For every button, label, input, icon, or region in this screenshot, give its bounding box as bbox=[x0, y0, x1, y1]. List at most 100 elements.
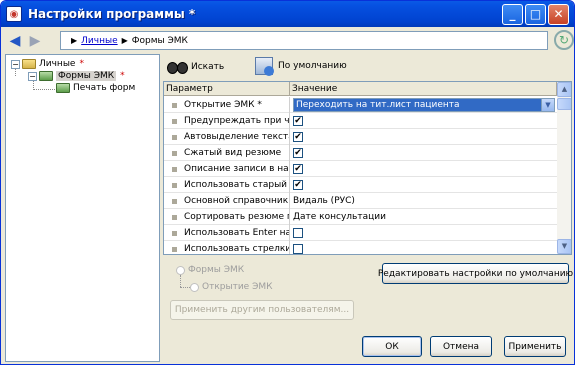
cancel-button[interactable]: Отмена bbox=[430, 336, 492, 357]
parameter-name: Использовать стрелки... bbox=[184, 243, 290, 254]
value-checkbox[interactable]: ✔ bbox=[293, 132, 303, 142]
chevron-down-icon[interactable]: ▼ bbox=[541, 99, 554, 111]
modified-marker: * bbox=[79, 59, 84, 69]
search-button-label: Искать bbox=[191, 62, 225, 72]
scroll-down-button[interactable]: ▼ bbox=[557, 239, 571, 254]
value-cell[interactable]: ✔ bbox=[290, 129, 557, 145]
table-row[interactable]: Использовать старый ... ✔ bbox=[164, 177, 557, 193]
tree-item-print-forms[interactable]: Печать форм bbox=[56, 83, 135, 93]
scroll-thumb[interactable] bbox=[557, 98, 571, 110]
parameter-name: Использовать старый ... bbox=[184, 179, 290, 190]
value-checkbox[interactable]: ✔ bbox=[293, 116, 303, 126]
title-bar[interactable]: ◉ Настройки программы * _ □ ✕ bbox=[1, 1, 574, 27]
row-marker-icon bbox=[172, 166, 177, 172]
parameter-cell[interactable]: Описание записи в на... bbox=[164, 161, 290, 177]
value-checkbox[interactable] bbox=[293, 244, 303, 254]
search-button[interactable]: Искать bbox=[166, 59, 224, 75]
collapse-icon[interactable]: − bbox=[11, 59, 20, 69]
row-marker-icon bbox=[172, 134, 177, 140]
parameter-cell[interactable]: Использовать стрелки... bbox=[164, 241, 290, 254]
parameter-cell[interactable]: Сортировать резюме по bbox=[164, 209, 290, 225]
parameter-cell[interactable]: Предупреждать при ча... bbox=[164, 113, 290, 129]
value-cell[interactable]: Видаль (РУС) bbox=[290, 193, 557, 209]
parameter-name: Основной справочник ... bbox=[184, 195, 290, 206]
value-cell[interactable]: ✔ bbox=[290, 113, 557, 129]
tree-item-emk-forms[interactable]: − Формы ЭМК * bbox=[28, 71, 125, 81]
table-row[interactable]: Открытие ЭМК * Переходить на тит.лист пац… bbox=[164, 97, 557, 113]
value-cell[interactable]: ✔ bbox=[290, 177, 557, 193]
row-marker-icon bbox=[172, 182, 177, 188]
back-button[interactable]: ◀ bbox=[5, 31, 25, 51]
tree-item-personal[interactable]: − Личные * bbox=[11, 59, 84, 69]
value-cell[interactable]: Дате консультации bbox=[290, 209, 557, 225]
value-cell[interactable] bbox=[290, 241, 557, 254]
folder-icon bbox=[56, 83, 70, 93]
table-row[interactable]: Сортировать резюме по Дате консультации bbox=[164, 209, 557, 225]
parameter-cell[interactable]: Использовать старый ... bbox=[164, 177, 290, 193]
forward-button[interactable]: ▶ bbox=[25, 31, 45, 51]
value-checkbox[interactable] bbox=[293, 228, 303, 238]
table-row[interactable]: Автовыделение текста ✔ bbox=[164, 129, 557, 145]
radio-icon bbox=[176, 265, 185, 275]
value-cell[interactable]: ✔ bbox=[290, 145, 557, 161]
maximize-button[interactable]: □ bbox=[525, 3, 546, 25]
settings-window: ◉ Настройки программы * _ □ ✕ ◀ ▶ ▶ Личн… bbox=[0, 0, 575, 365]
radio-connector bbox=[180, 287, 190, 288]
apply-button[interactable]: Применить bbox=[504, 336, 566, 357]
folder-icon bbox=[22, 59, 36, 69]
table-row[interactable]: Основной справочник ... Видаль (РУС) bbox=[164, 193, 557, 209]
value-combobox[interactable]: Переходить на тит.лист пациента ▼ bbox=[293, 98, 555, 112]
table-row[interactable]: Использовать стрелки... bbox=[164, 241, 557, 254]
scroll-up-button[interactable]: ▲ bbox=[557, 82, 571, 97]
value-checkbox[interactable]: ✔ bbox=[293, 148, 303, 158]
value-cell[interactable]: Переходить на тит.лист пациента ▼ bbox=[290, 97, 557, 113]
folder-icon bbox=[39, 71, 53, 81]
table-row[interactable]: Сжатый вид резюме ✔ bbox=[164, 145, 557, 161]
vertical-scrollbar[interactable]: ▲ ▼ bbox=[557, 82, 571, 254]
row-marker-icon bbox=[172, 230, 177, 236]
table-row[interactable]: Описание записи в на... ✔ bbox=[164, 161, 557, 177]
table-row[interactable]: Использовать Enter на... bbox=[164, 225, 557, 241]
chevron-down-icon: ▼ bbox=[561, 242, 568, 250]
radio-forms-emk[interactable]: Формы ЭМК bbox=[176, 265, 244, 275]
radio-opening-emk[interactable]: Открытие ЭМК bbox=[190, 282, 273, 292]
breadcrumb-current: Формы ЭМК bbox=[131, 35, 188, 46]
row-marker-icon bbox=[172, 118, 177, 124]
binoculars-icon bbox=[166, 59, 188, 75]
breadcrumb-separator-icon: ▶ bbox=[121, 36, 128, 45]
parameter-name: Описание записи в на... bbox=[184, 163, 290, 174]
value-checkbox[interactable]: ✔ bbox=[293, 164, 303, 174]
column-header-parameter[interactable]: Параметр bbox=[164, 82, 290, 96]
parameter-cell[interactable]: Сжатый вид резюме bbox=[164, 145, 290, 161]
grid-header: Параметр Значение bbox=[164, 82, 557, 96]
table-row[interactable]: Предупреждать при ча...✔ bbox=[164, 113, 557, 129]
column-header-value[interactable]: Значение bbox=[290, 82, 557, 96]
breadcrumb-link-personal[interactable]: Личные bbox=[81, 36, 117, 46]
parameter-cell[interactable]: Основной справочник ... bbox=[164, 193, 290, 209]
parameter-name: Использовать Enter на... bbox=[184, 227, 290, 238]
minimize-button[interactable]: _ bbox=[502, 3, 523, 25]
value-cell[interactable]: ✔ bbox=[290, 161, 557, 177]
radio-label: Открытие ЭМК bbox=[202, 282, 273, 292]
tree-item-label: Личные bbox=[39, 59, 76, 69]
collapse-icon[interactable]: − bbox=[28, 71, 37, 81]
edit-defaults-button[interactable]: Редактировать настройки по умолчанию bbox=[378, 263, 573, 284]
close-button[interactable]: ✕ bbox=[548, 3, 569, 25]
parameter-name: Сортировать резюме по bbox=[184, 211, 290, 222]
value-cell[interactable] bbox=[290, 225, 557, 241]
tree-item-label: Печать форм bbox=[73, 83, 136, 93]
parameter-name: Предупреждать при ча... bbox=[184, 115, 290, 126]
parameter-cell[interactable]: Использовать Enter на... bbox=[164, 225, 290, 241]
value-text: Видаль (РУС) bbox=[293, 195, 355, 206]
ok-button[interactable]: ОК bbox=[362, 336, 422, 357]
default-button[interactable]: По умолчанию bbox=[255, 57, 347, 76]
defaults-icon bbox=[255, 57, 274, 76]
navigation-bar: ◀ ▶ ▶ Личные ▶ Формы ЭМК ↻ bbox=[5, 30, 574, 52]
apply-to-others-button[interactable]: Применить другим пользователям... bbox=[170, 300, 354, 320]
value-checkbox[interactable]: ✔ bbox=[293, 180, 303, 190]
breadcrumb-separator-icon: ▶ bbox=[71, 36, 78, 45]
parameter-cell[interactable]: Автовыделение текста bbox=[164, 129, 290, 145]
parameter-cell[interactable]: Открытие ЭМК * bbox=[164, 97, 290, 113]
settings-grid: Параметр Значение Открытие ЭМК * Переходи… bbox=[163, 81, 572, 255]
refresh-button[interactable]: ↻ bbox=[554, 30, 574, 50]
